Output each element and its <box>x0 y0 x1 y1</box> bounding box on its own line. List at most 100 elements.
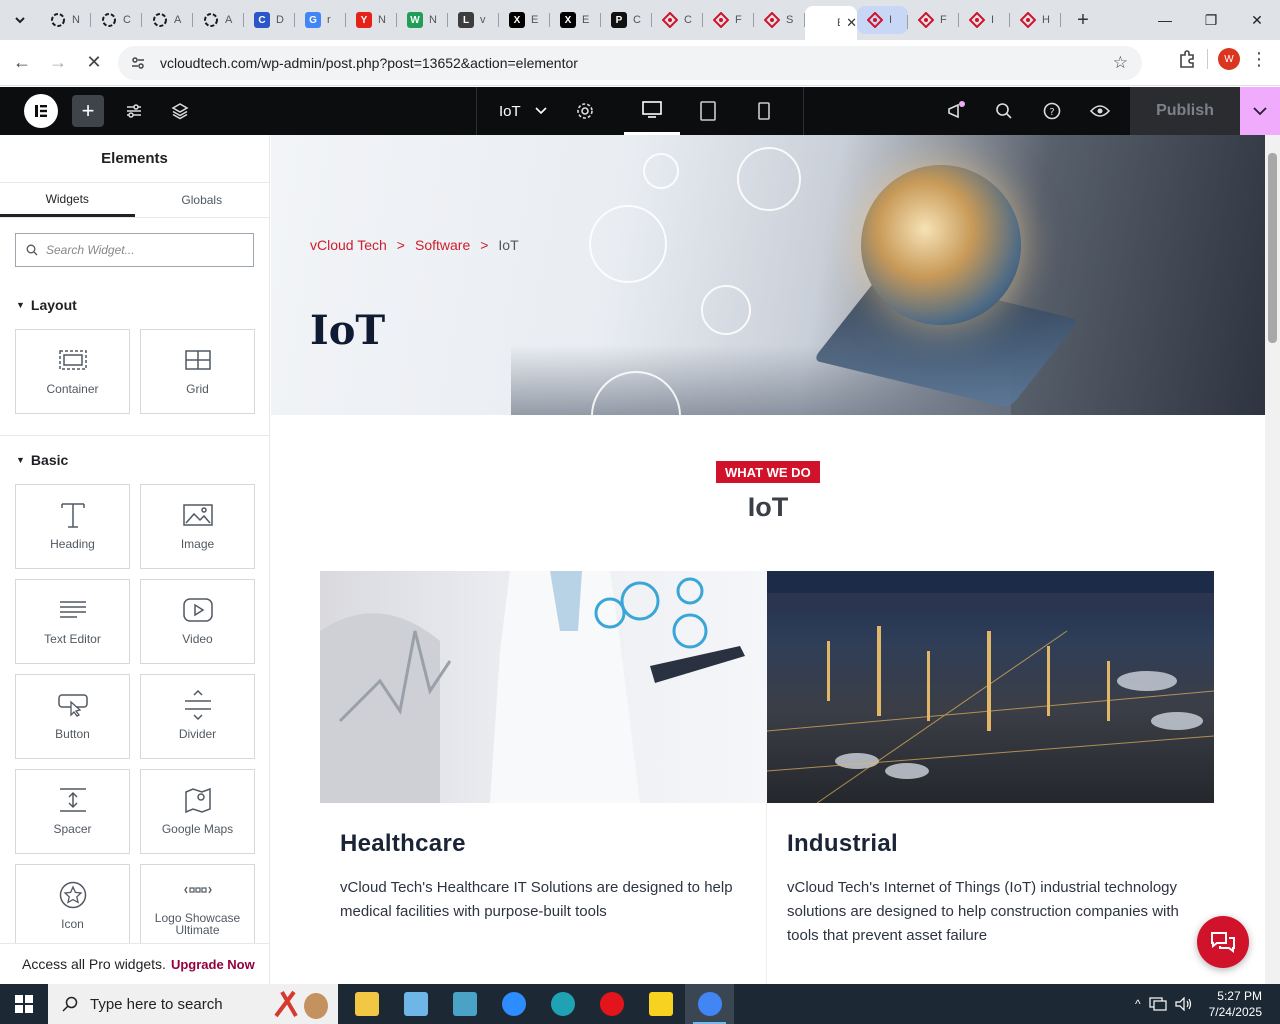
taskbar-app-app[interactable] <box>440 984 489 1024</box>
browser-tab[interactable]: Lv <box>448 4 499 36</box>
breadcrumb-home-link[interactable]: vCloud Tech <box>310 237 387 253</box>
stop-loading-button[interactable]: ✕ <box>76 45 112 81</box>
chevron-up-icon[interactable]: ^ <box>1135 997 1141 1011</box>
browser-tab[interactable]: Gr <box>295 4 346 36</box>
browser-tab[interactable]: N <box>40 4 91 36</box>
browser-tab[interactable]: YN <box>346 4 397 36</box>
taskbar-app-edge[interactable] <box>538 984 587 1024</box>
caret-down-icon: ▼ <box>16 455 25 465</box>
browser-tab[interactable]: WN <box>397 4 448 36</box>
preview-eye-icon[interactable] <box>1076 95 1124 127</box>
taskbar-app-sticky-notes[interactable] <box>636 984 685 1024</box>
browser-tab[interactable]: C <box>652 4 703 36</box>
windows-start-icon[interactable] <box>0 984 48 1024</box>
widget-icon[interactable]: Icon <box>15 864 130 949</box>
publish-button[interactable]: Publish <box>1130 87 1240 135</box>
help-icon[interactable]: ? <box>1028 95 1076 127</box>
close-tab-icon[interactable]: ✕ <box>846 15 857 31</box>
browser-tab[interactable]: CD <box>244 4 295 36</box>
card-title[interactable]: Healthcare <box>340 830 766 858</box>
tab-title: N <box>429 14 437 26</box>
notifications-megaphone-icon[interactable] <box>932 95 980 127</box>
publish-options-chevron-icon[interactable] <box>1240 87 1280 135</box>
tab-globals[interactable]: Globals <box>135 183 270 217</box>
profile-avatar[interactable]: W <box>1218 48 1240 70</box>
widget-google-maps[interactable]: Google Maps <box>140 769 255 854</box>
site-info-icon[interactable] <box>130 55 146 71</box>
tab-search-button[interactable] <box>6 6 34 34</box>
browser-tab[interactable]: H <box>1010 4 1061 36</box>
browser-tab[interactable]: A <box>193 4 244 36</box>
browser-tab[interactable]: XE <box>499 4 550 36</box>
widget-divider[interactable]: Divider <box>140 674 255 759</box>
breadcrumb-software-link[interactable]: Software <box>415 237 470 253</box>
card-text[interactable]: vCloud Tech's Internet of Things (IoT) i… <box>787 876 1194 948</box>
hero-section[interactable]: vCloud Tech > Software > IoT IoT <box>271 135 1265 415</box>
widget-text-editor[interactable]: Text Editor <box>15 579 130 664</box>
back-button[interactable]: ← <box>4 45 40 81</box>
taskbar-search-input[interactable]: Type here to search <box>48 984 338 1024</box>
card-text[interactable]: vCloud Tech's Healthcare IT Solutions ar… <box>340 876 746 924</box>
browser-tab[interactable]: F <box>908 4 959 36</box>
browser-tab[interactable]: E✕ <box>805 6 857 40</box>
browser-tab[interactable]: PC <box>601 4 652 36</box>
bookmark-star-icon[interactable]: ☆ <box>1113 53 1128 73</box>
widget-button[interactable]: Button <box>15 674 130 759</box>
browser-tab[interactable]: I <box>959 4 1010 36</box>
forward-button[interactable]: → <box>40 45 76 81</box>
system-clock[interactable]: 5:27 PM 7/24/2025 <box>1209 988 1262 1020</box>
tab-widgets[interactable]: Widgets <box>0 183 135 217</box>
taskbar-app-file-explorer[interactable] <box>342 984 391 1024</box>
extensions-icon[interactable] <box>1177 49 1197 69</box>
widget-container[interactable]: Container <box>15 329 130 414</box>
widget-image[interactable]: Image <box>140 484 255 569</box>
site-settings-icon[interactable] <box>118 95 150 127</box>
taskbar-app-snipping[interactable] <box>391 984 440 1024</box>
tablet-view-icon[interactable] <box>680 87 736 135</box>
widget-logo-showcase[interactable]: Logo Showcase Ultimate <box>140 864 255 949</box>
minimize-button[interactable]: — <box>1142 0 1188 40</box>
browser-tab[interactable]: C <box>91 4 142 36</box>
page-selector[interactable]: IoT <box>476 87 601 135</box>
widget-spacer[interactable]: Spacer <box>15 769 130 854</box>
close-window-button[interactable]: ✕ <box>1234 0 1280 40</box>
browser-tab[interactable]: F <box>703 4 754 36</box>
network-icon[interactable] <box>1149 997 1167 1011</box>
browser-tab[interactable]: A <box>142 4 193 36</box>
widget-video[interactable]: Video <box>140 579 255 664</box>
scrollbar-thumb[interactable] <box>1268 153 1277 343</box>
url-text: vcloudtech.com/wp-admin/post.php?post=13… <box>160 55 578 71</box>
widget-heading[interactable]: Heading <box>15 484 130 569</box>
browser-tab[interactable]: S <box>754 4 805 36</box>
structure-layers-icon[interactable] <box>164 95 196 127</box>
taskbar-app-zoom[interactable] <box>489 984 538 1024</box>
restore-button[interactable]: ❐ <box>1188 0 1234 40</box>
section-basic-toggle[interactable]: ▼ Basic <box>16 452 269 468</box>
search-icon[interactable] <box>980 95 1028 127</box>
upgrade-now-link[interactable]: Upgrade Now <box>171 957 255 972</box>
search-widget-input[interactable]: Search Widget... <box>15 233 254 267</box>
browser-tab[interactable]: I <box>857 6 908 34</box>
section-heading[interactable]: IoT <box>271 492 1265 523</box>
hero-title[interactable]: IoT <box>310 307 385 354</box>
taskbar-app-chrome[interactable] <box>685 984 734 1024</box>
address-bar[interactable]: vcloudtech.com/wp-admin/post.php?post=13… <box>118 46 1142 80</box>
canvas-scrollbar[interactable] <box>1265 135 1280 984</box>
widget-grid[interactable]: Grid <box>140 329 255 414</box>
chat-bubble-icon[interactable] <box>1197 916 1249 968</box>
browser-tab[interactable]: XE <box>550 4 601 36</box>
section-layout-toggle[interactable]: ▼ Layout <box>16 297 269 313</box>
chrome-menu-icon[interactable]: ⋮ <box>1250 49 1268 70</box>
what-we-do-badge[interactable]: WHAT WE DO <box>716 461 820 483</box>
industrial-card[interactable]: Industrial vCloud Tech's Internet of Thi… <box>767 571 1214 984</box>
volume-icon[interactable] <box>1175 997 1193 1011</box>
taskbar-app-opera[interactable] <box>587 984 636 1024</box>
healthcare-card[interactable]: Healthcare vCloud Tech's Healthcare IT S… <box>320 571 767 984</box>
new-tab-button[interactable]: + <box>1069 6 1097 34</box>
desktop-view-icon[interactable] <box>624 87 680 135</box>
mobile-view-icon[interactable] <box>736 87 792 135</box>
add-element-button[interactable]: + <box>72 95 104 127</box>
card-title[interactable]: Industrial <box>787 830 1214 858</box>
page-settings-gear-icon[interactable] <box>569 95 601 127</box>
elementor-logo-icon[interactable] <box>24 94 58 128</box>
